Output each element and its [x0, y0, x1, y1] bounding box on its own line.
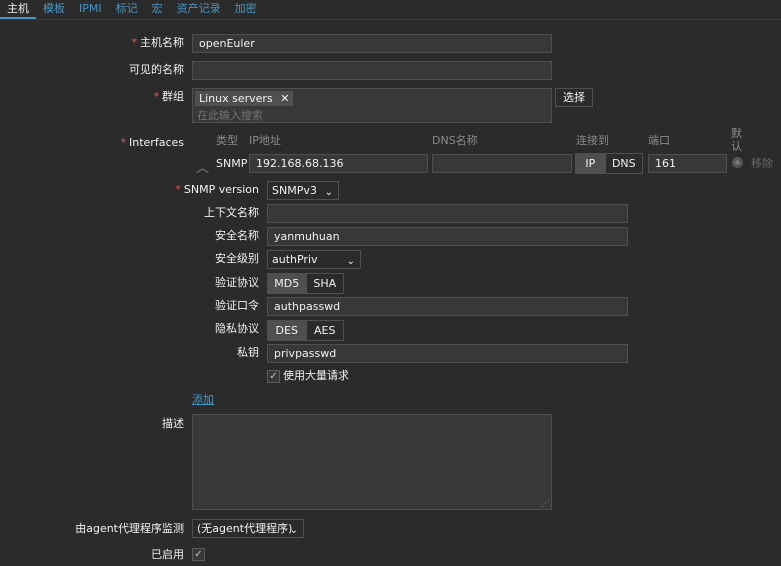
tab-1[interactable]: 模板 [36, 0, 72, 17]
interface-type: SNMP [216, 157, 248, 170]
tab-3[interactable]: 标记 [109, 0, 145, 17]
security-name-input[interactable]: yanmuhuan [267, 227, 628, 246]
groups-label: * 群组 [153, 90, 185, 103]
remove-tag-icon[interactable]: ✕ [280, 92, 289, 105]
connect-to-toggle[interactable]: IP DNS [575, 153, 643, 174]
select-groups-button[interactable]: 选择 [555, 88, 593, 107]
proxy-select[interactable]: (无agent代理程序) ⌄ [192, 519, 304, 538]
tab-divider [0, 19, 781, 20]
proxy-label: 由agent代理程序监测 [75, 522, 184, 535]
checkmark-icon: ✓ [194, 549, 203, 560]
enabled-checkbox[interactable]: ✓ [192, 548, 205, 561]
description-label: 描述 [162, 417, 184, 430]
tab-4[interactable]: 宏 [145, 0, 170, 17]
chevron-down-icon: ⌄ [346, 256, 355, 267]
collapse-chevron-up-icon[interactable]: ︿ [196, 157, 209, 176]
auth-protocol-label: 验证协议 [215, 276, 259, 289]
groups-search-input[interactable]: 在此输入搜索 [197, 107, 263, 123]
visible-name-input[interactable] [192, 61, 552, 80]
auth-protocol-toggle[interactable]: MD5 SHA [267, 273, 344, 294]
remove-interface-link[interactable]: 移除 [751, 157, 773, 171]
tab-6[interactable]: 加密 [228, 0, 264, 17]
privacy-key-input[interactable]: privpasswd [267, 344, 628, 363]
groups-multiselect[interactable]: Linux servers ✕ 在此输入搜索 [192, 88, 552, 123]
resize-handle-icon[interactable]: ⋰ [541, 500, 550, 509]
auth-sha-button[interactable]: SHA [305, 274, 344, 293]
tab-2[interactable]: IPMI [72, 0, 109, 17]
connect-dns-button[interactable]: DNS [604, 154, 642, 173]
add-interface-link[interactable]: 添加 [192, 392, 214, 408]
priv-des-button[interactable]: DES [268, 321, 306, 340]
interface-dns-input[interactable] [432, 154, 572, 173]
context-name-label: 上下文名称 [204, 206, 259, 219]
visible-name-label: 可见的名称 [129, 63, 184, 76]
priv-aes-button[interactable]: AES [305, 321, 344, 340]
enabled-label: 已启用 [151, 548, 184, 561]
interface-ip-input[interactable]: 192.168.68.136 [249, 154, 428, 173]
group-tag: Linux servers ✕ [195, 91, 294, 106]
interfaces-label: * Interfaces [120, 136, 184, 149]
chevron-down-icon: ⌄ [324, 187, 333, 198]
tab-bar: 主机 模板 IPMI 标记宏资产记录 加密 [0, 0, 781, 20]
privacy-key-label: 私钥 [237, 346, 259, 359]
default-radio[interactable] [732, 157, 743, 168]
tab-5[interactable]: 资产记录 [170, 0, 228, 17]
hostname-label: * 主机名称 [131, 36, 185, 49]
bulk-requests-label: 使用大量请求 [283, 369, 349, 382]
privacy-protocol-toggle[interactable]: DES AES [267, 320, 344, 341]
bulk-requests-checkbox[interactable]: ✓ [267, 370, 280, 383]
hostname-input[interactable]: openEuler [192, 34, 552, 53]
security-level-label: 安全级别 [215, 252, 259, 265]
col-ip: IP地址 [249, 134, 281, 147]
description-textarea[interactable]: ⋰ [192, 414, 552, 510]
col-default: 默认 [731, 127, 742, 153]
security-level-select[interactable]: authPriv ⌄ [267, 250, 361, 269]
interface-port-input[interactable]: 161 [648, 154, 727, 173]
auth-passphrase-label: 验证口令 [215, 299, 259, 312]
col-dns: DNS名称 [432, 134, 478, 147]
tab-0[interactable]: 主机 [0, 0, 36, 19]
col-type: 类型 [216, 134, 238, 147]
auth-passphrase-input[interactable]: authpasswd [267, 297, 628, 316]
privacy-protocol-label: 隐私协议 [215, 322, 259, 335]
checkmark-icon: ✓ [269, 371, 278, 382]
col-connect: 连接到 [576, 134, 609, 147]
col-port: 端口 [648, 134, 670, 147]
auth-md5-button[interactable]: MD5 [268, 274, 306, 293]
context-name-input[interactable] [267, 204, 628, 223]
snmp-version-select[interactable]: SNMPv3 ⌄ [267, 181, 339, 200]
snmp-version-label: * SNMP version [175, 183, 259, 196]
security-name-label: 安全名称 [215, 229, 259, 242]
connect-ip-button[interactable]: IP [576, 154, 605, 173]
chevron-down-icon: ⌄ [289, 525, 298, 536]
